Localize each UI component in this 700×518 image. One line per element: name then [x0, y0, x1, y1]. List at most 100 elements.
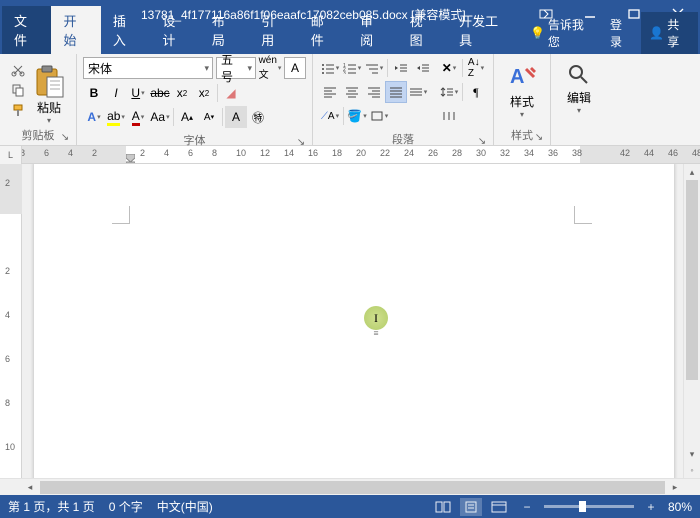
font-size-select[interactable]: 五号	[216, 57, 256, 79]
zoom-slider-thumb[interactable]	[579, 501, 586, 512]
char-border-button[interactable]: A	[284, 57, 306, 79]
paste-button[interactable]: 粘贴 ▾	[28, 57, 70, 125]
scroll-thumb-h[interactable]	[40, 481, 665, 494]
login-button[interactable]: 登录	[602, 12, 641, 54]
show-marks-button[interactable]: ¶	[465, 81, 487, 103]
group-clipboard: 粘贴 ▾ 剪贴板↘	[0, 54, 77, 145]
scroll-down-button[interactable]: ▾	[684, 446, 700, 462]
scroll-thumb-v[interactable]	[686, 180, 698, 380]
zoom-out-button[interactable]: −	[516, 498, 538, 516]
copy-button[interactable]	[8, 81, 28, 99]
strikethrough-button[interactable]: abc	[149, 82, 171, 104]
font-name-select[interactable]: 宋体	[83, 57, 213, 79]
sort-button[interactable]: A↓Z	[465, 57, 487, 79]
phonetic-guide-button[interactable]: wén文	[259, 57, 281, 79]
line-spacing-button[interactable]	[438, 81, 460, 103]
ruler-vertical[interactable]: 2246810	[0, 164, 22, 478]
snap-to-grid-button[interactable]	[438, 105, 460, 127]
highlight-button[interactable]: ab	[105, 106, 127, 128]
clipboard-launcher[interactable]: ↘	[58, 130, 72, 144]
indent-marker[interactable]	[126, 154, 135, 163]
text-direction-button[interactable]: ⟋A	[319, 105, 341, 127]
tab-references[interactable]: 引用	[249, 6, 298, 54]
grow-font-button[interactable]: A▴	[176, 106, 198, 128]
align-right-button[interactable]	[363, 81, 385, 103]
margin-corner-tr	[574, 206, 592, 224]
margin-corner-tl	[112, 206, 130, 224]
change-case-button[interactable]: Aa	[149, 106, 171, 128]
scroll-right-button[interactable]: ▸	[667, 479, 683, 495]
borders-button[interactable]	[368, 105, 390, 127]
styles-button[interactable]: A 样式 ▾	[500, 57, 544, 119]
share-icon: 👤	[649, 26, 664, 40]
group-styles-label: 样式↘	[500, 125, 544, 145]
tab-mail[interactable]: 邮件	[299, 6, 348, 54]
increase-indent-button[interactable]	[412, 57, 434, 79]
enclose-char-button[interactable]: ㊕	[247, 106, 269, 128]
tab-view[interactable]: 视图	[398, 6, 447, 54]
decrease-indent-button[interactable]	[390, 57, 412, 79]
tab-selector[interactable]: L	[0, 146, 22, 164]
zoom-in-button[interactable]: +	[640, 498, 662, 516]
shrink-font-button[interactable]: A▾	[198, 106, 220, 128]
tab-dev[interactable]: 开发工具	[447, 6, 522, 54]
word-count[interactable]: 0 个字	[109, 498, 143, 515]
font-color-button[interactable]: A	[127, 106, 149, 128]
tab-file[interactable]: 文件	[2, 6, 51, 54]
group-paragraph: 123 ⟋A 🪣 ✕	[313, 54, 494, 145]
paste-icon	[33, 65, 65, 99]
group-styles: A 样式 ▾ 样式↘	[494, 54, 551, 145]
tab-design[interactable]: 设计	[150, 6, 199, 54]
share-button[interactable]: 👤共享	[641, 12, 698, 54]
superscript-button[interactable]: x2	[193, 82, 215, 104]
numbering-button[interactable]: 123	[341, 57, 363, 79]
subscript-button[interactable]: x2	[171, 82, 193, 104]
document-viewport[interactable]: I	[22, 164, 683, 478]
multilevel-list-button[interactable]	[363, 57, 385, 79]
svg-text:A: A	[510, 66, 524, 88]
tab-review[interactable]: 审阅	[348, 6, 397, 54]
tab-home[interactable]: 开始	[51, 6, 100, 54]
bullets-button[interactable]	[319, 57, 341, 79]
shading-button[interactable]: 🪣	[346, 105, 368, 127]
bulb-icon: 💡	[530, 26, 545, 40]
scrollbar-horizontal[interactable]: ◂ ▸	[0, 478, 700, 495]
web-layout-button[interactable]	[488, 498, 510, 516]
editing-button[interactable]: 编辑 ▾	[557, 57, 601, 115]
format-painter-button[interactable]	[8, 101, 28, 119]
ruler-horizontal[interactable]: L 86422468101214161820222426283032343638…	[0, 146, 700, 164]
group-font: 宋体 五号 wén文 A B I U abc x2 x2 ◢ A ab A Aa	[77, 54, 313, 145]
cut-button[interactable]	[8, 61, 28, 79]
asian-layout-button[interactable]: ✕	[438, 57, 460, 79]
read-mode-button[interactable]	[432, 498, 454, 516]
scroll-up-button[interactable]: ▴	[684, 164, 700, 180]
object-browse-button[interactable]: ◦	[684, 462, 700, 478]
find-icon	[567, 63, 591, 87]
clear-format-button[interactable]: ◢	[220, 82, 242, 104]
styles-launcher[interactable]: ↘	[532, 130, 546, 144]
work-area: 2246810 I ▴ ▾ ◦	[0, 164, 700, 478]
distributed-button[interactable]	[407, 81, 429, 103]
status-bar: 第 1 页，共 1 页 0 个字 中文(中国) − + 80%	[0, 495, 700, 518]
language-indicator[interactable]: 中文(中国)	[157, 498, 213, 515]
char-shading-button[interactable]: A	[225, 106, 247, 128]
bold-button[interactable]: B	[83, 82, 105, 104]
scrollbar-vertical[interactable]: ▴ ▾ ◦	[683, 164, 700, 478]
page-indicator[interactable]: 第 1 页，共 1 页	[8, 498, 95, 515]
scroll-left-button[interactable]: ◂	[22, 479, 38, 495]
italic-button[interactable]: I	[105, 82, 127, 104]
align-center-button[interactable]	[341, 81, 363, 103]
group-clipboard-label: 剪贴板↘	[6, 125, 70, 145]
tab-insert[interactable]: 插入	[101, 6, 150, 54]
zoom-level[interactable]: 80%	[668, 500, 692, 514]
tab-layout[interactable]: 布局	[200, 6, 249, 54]
underline-button[interactable]: U	[127, 82, 149, 104]
align-left-button[interactable]	[319, 81, 341, 103]
zoom-slider[interactable]	[544, 505, 634, 508]
tell-me[interactable]: 💡告诉我您	[522, 12, 602, 54]
page[interactable]: I	[34, 164, 674, 478]
text-effects-button[interactable]: A	[83, 106, 105, 128]
justify-button[interactable]	[385, 81, 407, 103]
print-layout-button[interactable]	[460, 498, 482, 516]
ribbon: 粘贴 ▾ 剪贴板↘ 宋体 五号 wén文 A B I U abc x2 x2 ◢	[0, 54, 700, 146]
